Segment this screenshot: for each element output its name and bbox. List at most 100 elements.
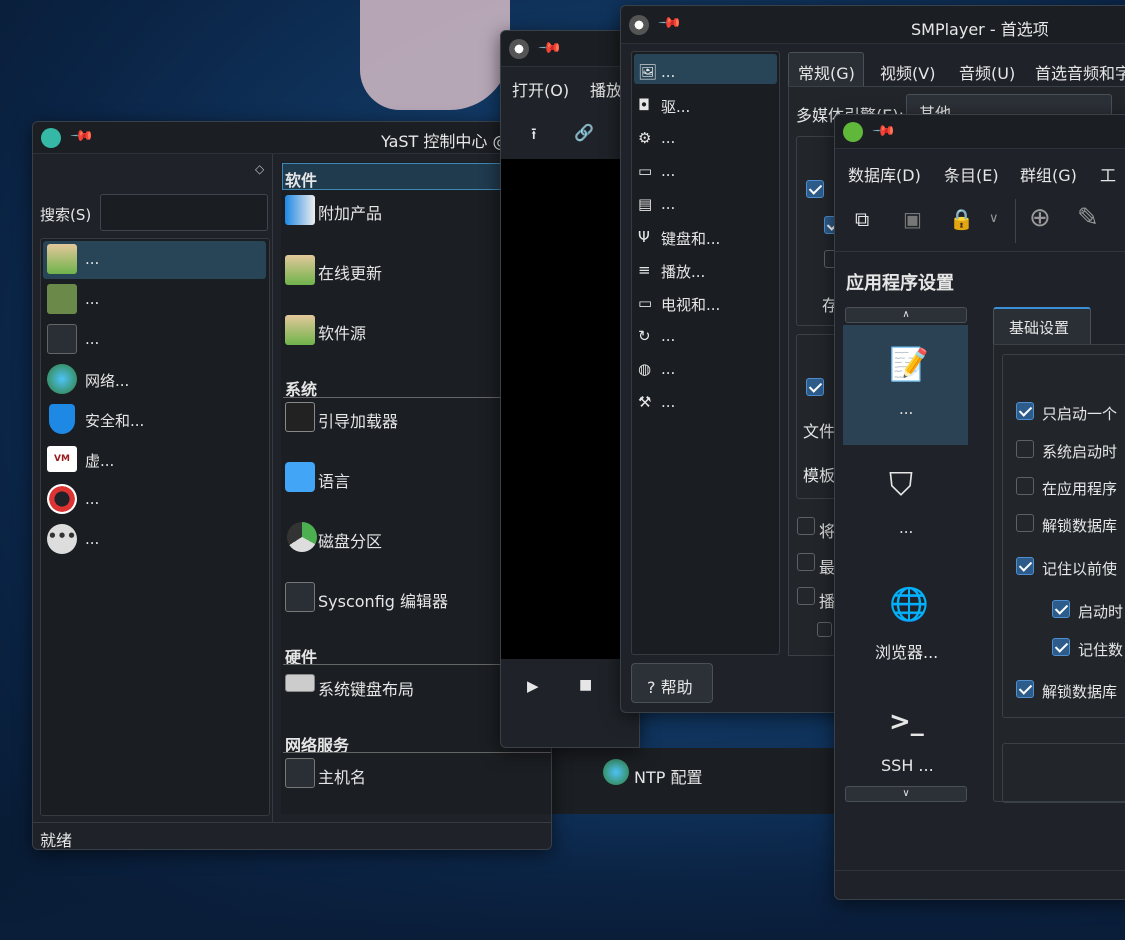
checkbox[interactable] bbox=[797, 553, 815, 571]
section-label[interactable]: ... bbox=[661, 360, 675, 378]
save-icon[interactable]: ▣ bbox=[903, 207, 922, 231]
toolbar-separator bbox=[835, 251, 1125, 252]
option-checkbox-0[interactable] bbox=[1016, 402, 1034, 420]
section-label[interactable]: 键盘和... bbox=[661, 228, 720, 249]
section-label[interactable]: ... bbox=[661, 129, 675, 147]
collapse-icon[interactable]: ◇ bbox=[255, 162, 264, 176]
prefs-titlebar[interactable]: 📌 SMPlayer - 首选项 bbox=[621, 6, 1125, 44]
category-label[interactable]: 网络... bbox=[85, 370, 129, 391]
tab-label[interactable]: 音频(U) bbox=[959, 60, 1015, 84]
module-label[interactable]: 在线更新 bbox=[318, 260, 382, 284]
section-label[interactable]: ... bbox=[661, 393, 675, 411]
section-label[interactable]: ... bbox=[661, 195, 675, 213]
ntp-icon bbox=[603, 759, 629, 785]
chevron-down-icon[interactable]: ∨ bbox=[989, 211, 999, 226]
module-label[interactable]: 软件源 bbox=[318, 320, 366, 344]
option-checkbox-1[interactable] bbox=[1016, 440, 1034, 458]
checkbox[interactable] bbox=[817, 622, 832, 637]
nav-label[interactable]: ... bbox=[899, 400, 913, 418]
scroll-up-button[interactable]: ∧ bbox=[845, 307, 967, 323]
tab-label[interactable]: 首选音频和字 bbox=[1035, 60, 1125, 84]
nav-item-selected[interactable] bbox=[843, 325, 968, 445]
section-label[interactable]: ... bbox=[661, 327, 675, 345]
option-label: 在应用程序 bbox=[1042, 480, 1118, 498]
option-checkbox-3[interactable] bbox=[1016, 514, 1034, 532]
hardware-icon bbox=[47, 284, 77, 314]
section-label[interactable]: 播放... bbox=[661, 261, 705, 282]
module-label[interactable]: 系统键盘布局 bbox=[318, 676, 414, 700]
tab-label[interactable]: 常规(G) bbox=[798, 60, 855, 84]
globe-icon bbox=[47, 364, 77, 394]
section-label[interactable]: ... bbox=[661, 162, 675, 180]
pin-icon[interactable]: 📌 bbox=[657, 10, 683, 36]
online-update-icon bbox=[285, 255, 315, 285]
option-checkbox-6[interactable] bbox=[1052, 638, 1070, 656]
section-list bbox=[631, 51, 780, 655]
module-label[interactable]: 语言 bbox=[318, 468, 350, 492]
checkbox[interactable] bbox=[797, 517, 815, 535]
module-label[interactable]: 附加产品 bbox=[318, 200, 382, 224]
section-label[interactable]: ... bbox=[661, 63, 675, 81]
open-file-icon[interactable]: ⭱ bbox=[531, 123, 537, 150]
browser-globe-icon: 🌐 bbox=[889, 585, 929, 623]
category-label[interactable]: 虚... bbox=[85, 450, 114, 471]
pin-icon[interactable]: 📌 bbox=[871, 118, 897, 144]
category-label[interactable]: ... bbox=[85, 490, 99, 508]
option-checkbox-2[interactable] bbox=[1016, 477, 1034, 495]
smplayer-main-window: 📌 打开(O) 播放 ⭱ 🔗 ▶ ■ bbox=[500, 30, 640, 748]
module-label[interactable]: Sysconfig 编辑器 bbox=[318, 588, 448, 612]
category-label[interactable]: ... bbox=[85, 290, 99, 308]
smplayer-titlebar[interactable]: 📌 bbox=[501, 31, 639, 67]
category-label[interactable]: ... bbox=[85, 330, 99, 348]
nav-label[interactable]: 浏览器... bbox=[875, 639, 938, 663]
partial-label: 将 bbox=[819, 522, 836, 541]
nav-label[interactable]: SSH ... bbox=[881, 756, 934, 775]
category-label[interactable]: ... bbox=[85, 530, 99, 548]
menu-open[interactable]: 打开(O) bbox=[512, 77, 569, 101]
option-checkbox-7[interactable] bbox=[1016, 680, 1034, 698]
smplayer-app-icon bbox=[509, 39, 529, 59]
pin-icon[interactable]: 📌 bbox=[69, 123, 95, 149]
module-label[interactable]: NTP 配置 bbox=[634, 764, 702, 788]
edit-entry-icon[interactable]: ✎ bbox=[1077, 203, 1099, 233]
search-input[interactable] bbox=[100, 194, 268, 231]
nav-label[interactable]: ... bbox=[899, 519, 913, 537]
menu-item[interactable]: 数据库(D) bbox=[848, 162, 921, 186]
yast-titlebar[interactable]: 📌 YaST 控制中心 @ bbox=[33, 122, 551, 154]
tab-label[interactable]: 基础设置 bbox=[1009, 317, 1069, 338]
category-label[interactable]: ... bbox=[85, 250, 99, 268]
option-label: 只启动一个 bbox=[1042, 405, 1118, 423]
option-checkbox-4[interactable] bbox=[1016, 557, 1034, 575]
option-checkbox-5[interactable] bbox=[1052, 600, 1070, 618]
lifebuoy-icon bbox=[47, 484, 77, 514]
tab-label[interactable]: 视频(V) bbox=[880, 60, 935, 84]
subtitle-icon: ▭ bbox=[638, 162, 653, 180]
module-label[interactable]: 主机名 bbox=[318, 764, 366, 788]
checkbox[interactable] bbox=[806, 378, 824, 396]
link-icon[interactable]: 🔗 bbox=[574, 123, 594, 142]
menu-item[interactable]: 条目(E) bbox=[944, 162, 999, 186]
module-label[interactable]: 引导加载器 bbox=[318, 408, 398, 432]
module-label[interactable]: 磁盘分区 bbox=[318, 528, 382, 552]
checkbox[interactable] bbox=[806, 180, 824, 198]
settings-group-2 bbox=[1002, 743, 1125, 803]
language-icon bbox=[285, 462, 315, 492]
add-entry-icon[interactable]: ⊕ bbox=[1029, 203, 1051, 233]
lock-icon[interactable]: 🔒 bbox=[949, 207, 974, 231]
menu-item[interactable]: 工 bbox=[1100, 162, 1116, 186]
section-label[interactable]: 驱... bbox=[661, 96, 690, 117]
image-icon: 🖼 bbox=[638, 63, 658, 81]
partial-label: 播 bbox=[819, 592, 836, 611]
menu-play[interactable]: 播放 bbox=[590, 77, 622, 101]
open-database-icon[interactable]: ⧉ bbox=[855, 207, 869, 231]
category-label[interactable]: 安全和... bbox=[85, 410, 144, 431]
menu-item[interactable]: 群组(G) bbox=[1020, 162, 1077, 186]
section-label[interactable]: 电视和... bbox=[661, 294, 720, 315]
help-label[interactable]: ? 帮助 bbox=[647, 674, 693, 698]
stop-icon[interactable]: ■ bbox=[579, 677, 592, 693]
pin-icon[interactable]: 📌 bbox=[537, 35, 563, 61]
keepass-titlebar[interactable]: 📌 bbox=[835, 115, 1125, 149]
checkbox[interactable] bbox=[797, 587, 815, 605]
scroll-down-button[interactable]: ∨ bbox=[845, 786, 967, 802]
play-icon[interactable]: ▶ bbox=[527, 677, 539, 695]
